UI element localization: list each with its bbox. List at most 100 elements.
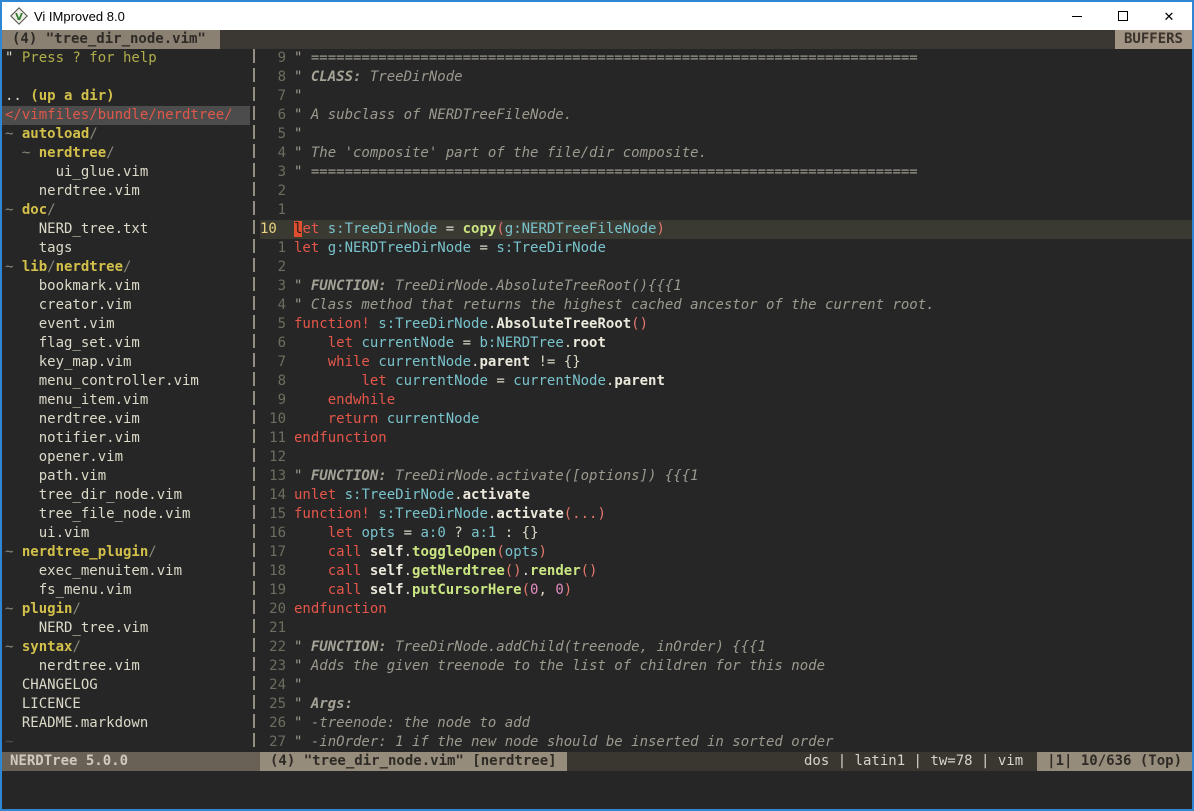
syntax-segment: LICENCE xyxy=(5,696,81,712)
code-line[interactable]: 27" -inOrder: 1 if the new node should b… xyxy=(260,733,1192,752)
nerdtree-item[interactable]: tree_dir_node.vim xyxy=(2,486,250,505)
nerdtree-item[interactable]: exec_menuitem.vim xyxy=(2,562,250,581)
nerdtree-item[interactable]: ~ autoload/ xyxy=(2,125,250,144)
code-line[interactable]: 11 endfunction xyxy=(260,429,1192,448)
code-line[interactable]: 26" -treenode: the node to add xyxy=(260,714,1192,733)
code-line[interactable]: 16 let opts = a:0 ? a:1 : {} xyxy=(260,524,1192,543)
syntax-segment: TreeDirNode.activate([options]) {{{1 xyxy=(395,468,698,484)
code-line[interactable]: 8 let currentNode = currentNode.parent xyxy=(260,372,1192,391)
code-line[interactable]: 8" CLASS: TreeDirNode xyxy=(260,68,1192,87)
nerdtree-item[interactable]: ~ doc/ xyxy=(2,201,250,220)
nerdtree-item[interactable]: CHANGELOG xyxy=(2,676,250,695)
code-editor[interactable]: 9" =====================================… xyxy=(260,49,1192,752)
code-line[interactable]: 13" FUNCTION: TreeDirNode.activate([opti… xyxy=(260,467,1192,486)
code-line[interactable]: 2 xyxy=(260,182,1192,201)
code-line[interactable]: 4" Class method that returns the highest… xyxy=(260,296,1192,315)
nerdtree-item[interactable]: nerdtree.vim xyxy=(2,657,250,676)
nerdtree-item[interactable]: ~ plugin/ xyxy=(2,600,250,619)
code-line[interactable]: 6" A subclass of NERDTreeFileNode. xyxy=(260,106,1192,125)
code-text: call self.putCursorHere(0, 0) xyxy=(294,581,1192,600)
nerdtree-item[interactable]: menu_item.vim xyxy=(2,391,250,410)
syntax-segment: README.markdown xyxy=(5,715,148,731)
code-line[interactable]: 21 xyxy=(260,619,1192,638)
nerdtree-item[interactable]: .. (up a dir) xyxy=(2,87,250,106)
nerdtree-item[interactable]: ~ xyxy=(2,733,250,752)
code-line[interactable]: 18 call self.getNerdtree().render() xyxy=(260,562,1192,581)
nerdtree-root-item[interactable]: </vimfiles/bundle/nerdtree/ xyxy=(2,106,250,125)
code-line[interactable]: 24" xyxy=(260,676,1192,695)
nerdtree-item[interactable]: ~ lib/nerdtree/ xyxy=(2,258,250,277)
line-number: 11 xyxy=(260,429,286,448)
nerdtree-item[interactable]: nerdtree.vim xyxy=(2,410,250,429)
syntax-segment: endfunction xyxy=(294,601,387,617)
nerdtree-item[interactable]: opener.vim xyxy=(2,448,250,467)
code-line[interactable]: 9" =====================================… xyxy=(260,49,1192,68)
minimize-button[interactable] xyxy=(1054,2,1100,30)
line-number: 4 xyxy=(260,144,286,163)
code-line[interactable]: 17 call self.toggleOpen(opts) xyxy=(260,543,1192,562)
nerdtree-item[interactable]: LICENCE xyxy=(2,695,250,714)
code-line[interactable]: 10 return currentNode xyxy=(260,410,1192,429)
code-line[interactable]: 3" FUNCTION: TreeDirNode.AbsoluteTreeRoo… xyxy=(260,277,1192,296)
nerdtree-item[interactable]: ui.vim xyxy=(2,524,250,543)
code-line[interactable]: 23" Adds the given treenode to the list … xyxy=(260,657,1192,676)
code-line[interactable]: 1let g:NERDTreeDirNode = s:TreeDirNode xyxy=(260,239,1192,258)
nerdtree-item[interactable]: bookmark.vim xyxy=(2,277,250,296)
nerdtree-item[interactable]: NERD_tree.vim xyxy=(2,619,250,638)
code-line[interactable]: 6 let currentNode = b:NERDTree.root xyxy=(260,334,1192,353)
nerdtree-item[interactable]: flag_set.vim xyxy=(2,334,250,353)
code-line[interactable]: 2 xyxy=(260,258,1192,277)
code-line[interactable]: 4" The 'composite' part of the file/dir … xyxy=(260,144,1192,163)
nerdtree-item[interactable]: README.markdown xyxy=(2,714,250,733)
close-button[interactable]: ✕ xyxy=(1146,2,1192,30)
syntax-segment: / xyxy=(47,259,55,275)
code-line[interactable]: 5function! s:TreeDirNode.AbsoluteTreeRoo… xyxy=(260,315,1192,334)
gutter-padding xyxy=(286,676,294,695)
nerdtree-item[interactable]: ~ syntax/ xyxy=(2,638,250,657)
code-text: while currentNode.parent != {} xyxy=(294,353,1192,372)
nerdtree-item[interactable]: NERD_tree.txt xyxy=(2,220,250,239)
nerdtree-item[interactable]: creator.vim xyxy=(2,296,250,315)
nerdtree-item[interactable]: ~ nerdtree/ xyxy=(2,144,250,163)
code-line[interactable]: 12 xyxy=(260,448,1192,467)
code-line[interactable]: 14unlet s:TreeDirNode.activate xyxy=(260,486,1192,505)
code-text: let g:NERDTreeDirNode = s:TreeDirNode xyxy=(294,239,1192,258)
code-line[interactable]: 15function! s:TreeDirNode.activate(...) xyxy=(260,505,1192,524)
code-line[interactable]: 1 xyxy=(260,201,1192,220)
command-line[interactable] xyxy=(2,771,1192,809)
nerdtree-item[interactable]: tags xyxy=(2,239,250,258)
nerdtree-item[interactable] xyxy=(2,68,250,87)
code-line[interactable]: 5" xyxy=(260,125,1192,144)
nerdtree-item[interactable]: tree_file_node.vim xyxy=(2,505,250,524)
status-flags: dos | latin1 | tw=78 | vim xyxy=(567,752,1038,771)
nerdtree-item[interactable]: ui_glue.vim xyxy=(2,163,250,182)
nerdtree-item[interactable]: menu_controller.vim xyxy=(2,372,250,391)
svg-text:V: V xyxy=(15,12,23,23)
nerdtree-item[interactable]: key_map.vim xyxy=(2,353,250,372)
syntax-segment: putCursorHere xyxy=(412,582,522,598)
syntax-segment: endfunction xyxy=(294,430,387,446)
nerdtree-item[interactable]: " Press ? for help xyxy=(2,49,250,68)
current-code-line[interactable]: 10let s:TreeDirNode = copy(g:NERDTreeFil… xyxy=(260,220,1192,239)
code-line[interactable]: 25" Args: xyxy=(260,695,1192,714)
code-line[interactable]: 9 endwhile xyxy=(260,391,1192,410)
code-line[interactable]: 22" FUNCTION: TreeDirNode.addChild(treen… xyxy=(260,638,1192,657)
active-buffer-tab[interactable]: (4) "tree_dir_node.vim" xyxy=(2,30,220,49)
nerdtree-item[interactable]: path.vim xyxy=(2,467,250,486)
line-number: 27 xyxy=(260,733,286,752)
line-number: 15 xyxy=(260,505,286,524)
maximize-button[interactable] xyxy=(1100,2,1146,30)
nerdtree-item[interactable]: notifier.vim xyxy=(2,429,250,448)
nerdtree-item[interactable]: event.vim xyxy=(2,315,250,334)
syntax-segment: creator.vim xyxy=(5,297,131,313)
nerdtree-item[interactable]: ~ nerdtree_plugin/ xyxy=(2,543,250,562)
syntax-segment: bookmark.vim xyxy=(5,278,140,294)
window-split-separator[interactable] xyxy=(250,49,260,752)
nerdtree-item[interactable]: nerdtree.vim xyxy=(2,182,250,201)
code-line[interactable]: 7" xyxy=(260,87,1192,106)
code-line[interactable]: 20endfunction xyxy=(260,600,1192,619)
code-line[interactable]: 7 while currentNode.parent != {} xyxy=(260,353,1192,372)
code-line[interactable]: 19 call self.putCursorHere(0, 0) xyxy=(260,581,1192,600)
nerdtree-item[interactable]: fs_menu.vim xyxy=(2,581,250,600)
code-line[interactable]: 3" =====================================… xyxy=(260,163,1192,182)
